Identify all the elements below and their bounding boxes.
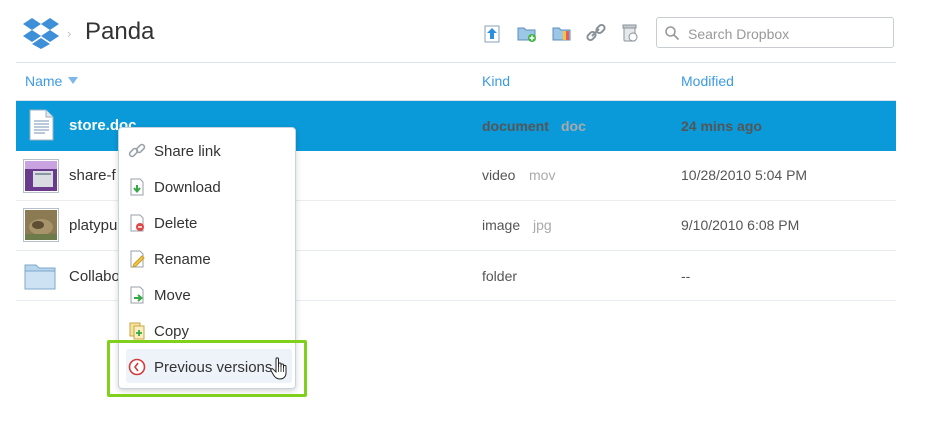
file-modified: 24 mins ago bbox=[681, 118, 762, 134]
move-icon bbox=[130, 286, 144, 304]
menu-item-rename[interactable]: Rename bbox=[126, 241, 292, 275]
file-name[interactable]: platypu bbox=[69, 217, 117, 234]
menu-item-delete[interactable]: Delete bbox=[126, 205, 292, 239]
menu-item-label: Copy bbox=[154, 323, 190, 340]
download-icon bbox=[130, 178, 144, 196]
image-thumbnail bbox=[23, 208, 59, 242]
menu-item-label: Rename bbox=[154, 251, 211, 268]
search-icon bbox=[665, 26, 680, 41]
link-icon bbox=[128, 143, 146, 158]
menu-item-download[interactable]: Download bbox=[126, 169, 292, 203]
search-placeholder: Search Dropbox bbox=[688, 26, 790, 42]
share-folder-icon[interactable] bbox=[551, 22, 573, 44]
delete-icon bbox=[130, 214, 144, 232]
column-header-bar bbox=[16, 62, 896, 101]
column-kind-header[interactable]: Kind bbox=[482, 73, 510, 89]
menu-item-label: Move bbox=[154, 287, 191, 304]
folder-icon bbox=[24, 264, 56, 290]
menu-item-label: Download bbox=[154, 179, 221, 196]
file-kind: image bbox=[482, 217, 521, 233]
hand-cursor-icon bbox=[270, 357, 287, 380]
menu-item-label: Share link bbox=[154, 143, 221, 160]
copy-icon bbox=[129, 322, 145, 340]
file-modified: 9/10/2010 6:08 PM bbox=[681, 217, 800, 233]
dropbox-logo[interactable] bbox=[22, 17, 60, 49]
sort-descending-icon[interactable] bbox=[68, 77, 78, 85]
doc-file-icon bbox=[29, 109, 54, 141]
file-ext: jpg bbox=[533, 217, 552, 233]
deleted-files-icon[interactable] bbox=[619, 22, 641, 44]
menu-item-move[interactable]: Move bbox=[126, 277, 292, 311]
file-ext: doc bbox=[561, 118, 586, 134]
breadcrumb-separator: › bbox=[67, 26, 72, 41]
new-folder-icon[interactable] bbox=[516, 22, 538, 44]
video-thumbnail bbox=[23, 159, 59, 193]
column-modified-header[interactable]: Modified bbox=[681, 73, 734, 89]
file-kind: folder bbox=[482, 268, 518, 284]
page-title: Panda bbox=[85, 18, 155, 45]
get-link-icon[interactable] bbox=[585, 22, 607, 44]
file-kind: video bbox=[482, 167, 516, 183]
file-ext: mov bbox=[529, 167, 556, 183]
file-name[interactable]: share-f bbox=[69, 167, 116, 184]
file-modified: -- bbox=[681, 268, 691, 284]
upload-icon[interactable] bbox=[482, 22, 504, 44]
file-kind: document bbox=[482, 118, 549, 134]
file-modified: 10/28/2010 5:04 PM bbox=[681, 167, 808, 183]
file-name[interactable]: Collabo bbox=[69, 268, 120, 285]
rename-icon bbox=[130, 250, 145, 268]
column-name-header[interactable]: Name bbox=[25, 73, 62, 89]
menu-item-label: Delete bbox=[154, 215, 198, 232]
search-input[interactable]: Search Dropbox bbox=[656, 17, 894, 48]
menu-item-share-link[interactable]: Share link bbox=[126, 133, 292, 167]
